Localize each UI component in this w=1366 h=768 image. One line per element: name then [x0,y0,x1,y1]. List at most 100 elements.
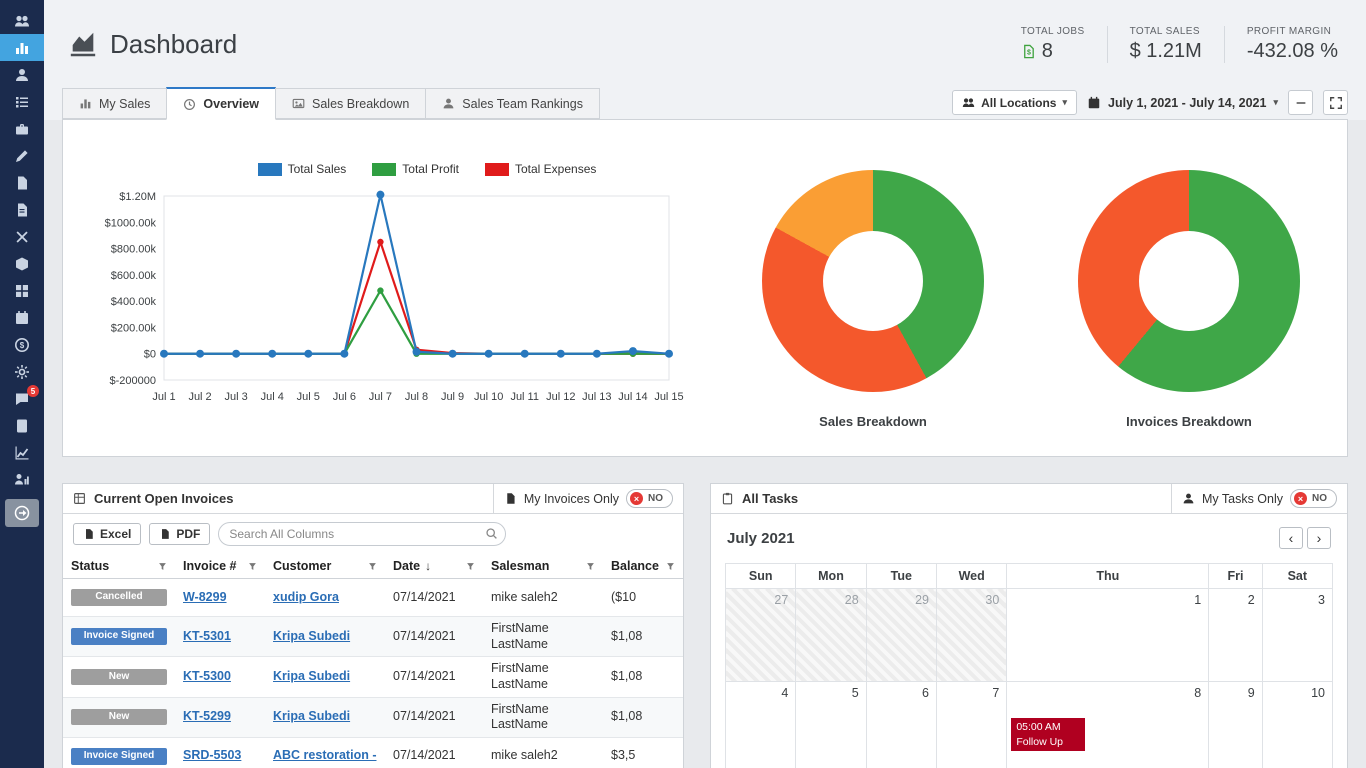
sidebar-item-settings[interactable] [0,358,44,385]
svg-text:Jul 15: Jul 15 [654,391,683,403]
stat-value: -432.08 % [1247,40,1338,63]
column-header-status[interactable]: Status [63,554,175,579]
calendar-prev-button[interactable]: ‹ [1279,527,1303,549]
person-icon [442,97,455,110]
tab-sales-team-rankings[interactable]: Sales Team Rankings [425,88,600,119]
calendar-day-28[interactable]: 28 [796,589,866,682]
day-header-fri: Fri [1209,564,1262,589]
invoice-number-link[interactable]: KT-5299 [183,709,231,723]
invoice-row[interactable]: NewKT-5300Kripa Subedi07/14/2021FirstNam… [63,657,683,697]
calendar-day-6[interactable]: 6 [866,682,936,768]
calendar-day-2[interactable]: 2 [1209,589,1262,682]
customer-link[interactable]: xudip Gora [273,590,339,604]
filter-icon[interactable] [248,562,257,571]
calendar-day-1[interactable]: 1 [1007,589,1209,682]
sidebar-item-dashboard[interactable] [0,34,44,61]
sales-breakdown-chart: Sales Breakdown [715,120,1031,456]
day-number: 29 [867,589,936,611]
stat-total-jobs: TOTAL JOBS$8 [999,26,1107,63]
sidebar-item-contacts[interactable] [0,7,44,34]
invoice-row[interactable]: NewKT-5299Kripa Subedi07/14/2021FirstNam… [63,697,683,737]
calendar-day-10[interactable]: 10 [1262,682,1332,768]
filter-icon[interactable] [158,562,167,571]
invoice-number-link[interactable]: KT-5300 [183,669,231,683]
sidebar-item-expand-sidebar[interactable] [5,499,39,527]
calendar-day-3[interactable]: 3 [1262,589,1332,682]
sort-desc-icon[interactable]: ↓ [425,559,431,573]
export-pdf-button[interactable]: PDF [149,523,210,545]
pdf-file-icon [159,528,171,540]
grid-icon [73,492,86,505]
calendar-day-5[interactable]: 5 [796,682,866,768]
invoice-balance: $1,08 [603,697,683,737]
invoice-number-link[interactable]: KT-5301 [183,629,231,643]
sidebar-item-estimates[interactable] [0,142,44,169]
calendar-day-29[interactable]: 29 [866,589,936,682]
app-root: $5 Dashboard TOTAL JOBS$8TOTAL SALES$ 1.… [0,0,1366,768]
sidebar-item-payments[interactable]: $ [0,331,44,358]
invoice-row[interactable]: Invoice SignedSRD-5503ABC restoration -0… [63,737,683,768]
calendar-next-button[interactable]: › [1307,527,1331,549]
day-number: 27 [726,589,795,611]
day-number: 2 [1209,589,1261,611]
svg-text:$400.00k: $400.00k [111,296,157,308]
customer-link[interactable]: Kripa Subedi [273,669,350,683]
open-invoices-table: StatusInvoice #CustomerDate↓SalesmanBala… [63,554,683,768]
sidebar-item-messages[interactable]: 5 [0,385,44,412]
sidebar-item-work-orders[interactable] [0,223,44,250]
tab-sales-breakdown[interactable]: Sales Breakdown [275,88,426,119]
my-tasks-only-toggle[interactable]: My Tasks Only × NO [1171,484,1347,513]
sidebar-item-jobs[interactable] [0,115,44,142]
toggle-no-pill[interactable]: × NO [626,489,673,508]
column-header-salesman[interactable]: Salesman [483,554,603,579]
my-invoices-only-toggle[interactable]: My Invoices Only × NO [493,484,683,513]
sidebar-item-tasks[interactable] [0,88,44,115]
sidebar-item-schedule[interactable] [0,304,44,331]
calendar-day-7[interactable]: 7 [936,682,1006,768]
locations-filter-button[interactable]: All Locations ▾ [952,90,1077,115]
fullscreen-button[interactable] [1323,90,1348,115]
sidebar-item-customers[interactable] [0,61,44,88]
date-range-picker[interactable]: July 1, 2021 - July 14, 2021 ▾ [1087,96,1278,110]
calendar-day-8[interactable]: 805:00 AMFollow Up [1007,682,1209,768]
export-excel-button[interactable]: Excel [73,523,141,545]
tab-my-sales[interactable]: My Sales [62,88,167,119]
column-header-date[interactable]: Date↓ [385,554,483,579]
close-icon: × [630,492,643,505]
event-time: 05:00 AM [1016,720,1080,735]
collapse-panel-button[interactable] [1288,90,1313,115]
sidebar-item-inventory[interactable] [0,250,44,277]
toggle-no-pill[interactable]: × NO [1290,489,1337,508]
sidebar-item-devices[interactable] [0,412,44,439]
invoice-number-link[interactable]: W-8299 [183,590,227,604]
status-badge: New [71,669,167,686]
column-header-balance[interactable]: Balance [603,554,683,579]
invoice-row[interactable]: Invoice SignedKT-5301Kripa Subedi07/14/2… [63,617,683,657]
calendar-event[interactable]: 05:00 AMFollow Up [1011,718,1085,751]
filter-icon[interactable] [368,562,377,571]
column-header-invoice[interactable]: Invoice # [175,554,265,579]
filter-icon[interactable] [466,562,475,571]
sidebar-item-reports[interactable] [0,439,44,466]
day-header-thu: Thu [1007,564,1209,589]
invoice-row[interactable]: CancelledW-8299xudip Gora07/14/2021mike … [63,579,683,617]
sidebar-item-invoices[interactable] [0,196,44,223]
search-all-columns-input[interactable] [218,522,506,546]
customer-link[interactable]: Kripa Subedi [273,629,350,643]
filter-icon[interactable] [666,562,675,571]
sidebar-item-integrations[interactable] [0,277,44,304]
person-chart-icon [14,472,30,488]
invoice-number-link[interactable]: SRD-5503 [183,748,241,762]
column-header-customer[interactable]: Customer [265,554,385,579]
calendar-day-4[interactable]: 4 [726,682,796,768]
customer-link[interactable]: Kripa Subedi [273,709,350,723]
filter-icon[interactable] [586,562,595,571]
sidebar-item-proposals[interactable] [0,169,44,196]
customer-link[interactable]: ABC restoration - [273,748,376,762]
calendar-day-27[interactable]: 27 [726,589,796,682]
calendar-day-30[interactable]: 30 [936,589,1006,682]
calendar-day-9[interactable]: 9 [1209,682,1262,768]
tab-overview[interactable]: Overview [166,87,276,120]
sidebar-item-sales-team[interactable] [0,466,44,493]
svg-text:$600.00k: $600.00k [111,270,157,282]
